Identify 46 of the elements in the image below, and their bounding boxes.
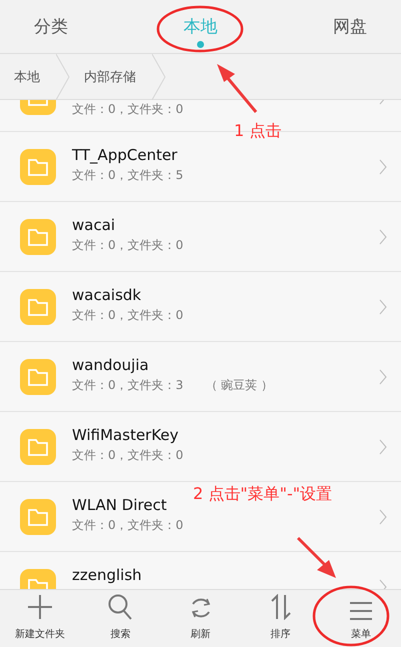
toolbar-button[interactable]: 搜索 <box>80 590 160 647</box>
folder-info: 文件：0，文件夹：0 <box>72 306 184 324</box>
folder-info: 文件：0，文件夹：0 <box>72 100 184 118</box>
folder-name: wandoujia <box>72 356 150 374</box>
menu-icon <box>350 602 372 620</box>
breadcrumb-item[interactable]: 内部存储 <box>70 54 166 99</box>
folder-icon <box>20 288 56 324</box>
chevron-icon <box>379 368 387 384</box>
search-icon <box>108 594 132 620</box>
folder-icon <box>20 218 56 254</box>
toolbar-button[interactable]: 刷新 <box>160 590 241 647</box>
chevron-icon <box>379 438 387 454</box>
folder-icon <box>20 498 56 534</box>
annotation-arrow <box>296 536 336 578</box>
tab[interactable]: 分类 <box>26 15 76 38</box>
folder-info: 文件：0，文件夹：0 <box>72 516 184 534</box>
toolbar-button[interactable]: 排序 <box>240 590 321 647</box>
chevron-icon <box>379 508 387 524</box>
folder-info: 文件：0，文件夹：5 <box>72 166 184 184</box>
chevron-icon <box>379 298 387 314</box>
annotation-text: 1 点击 <box>234 121 282 142</box>
chevron-icon <box>379 578 387 590</box>
chevron-icon <box>379 228 387 244</box>
toolbar-button[interactable]: 菜单 <box>320 590 401 647</box>
toolbar-button[interactable]: 新建文件夹 <box>0 590 80 647</box>
folder-icon <box>20 428 56 464</box>
folder-name: WLAN Direct <box>72 496 168 514</box>
folder-name: WifiMasterKey <box>72 426 180 444</box>
folder-name: wacai <box>72 216 116 234</box>
folder-info: 文件：0，文件夹：0 <box>72 236 184 254</box>
folder-name: wacaisdk <box>72 286 142 304</box>
active-dot <box>196 41 204 48</box>
annotation-text: 2 点击"菜单"-"设置 <box>193 484 332 505</box>
folder-info: 文件：0，文件夹：0 <box>72 446 184 464</box>
chevron-icon <box>379 158 387 174</box>
folder-note: （ 豌豆荚 ） <box>205 376 273 394</box>
folder-icon <box>20 358 56 394</box>
tab[interactable]: 网盘 <box>325 15 375 38</box>
folder-icon <box>20 148 56 184</box>
folder-name: TT_AppCenter <box>72 146 178 164</box>
folder-info: 文件：0，文件夹：3 <box>72 376 184 394</box>
plus-icon <box>27 594 54 620</box>
sort-icon <box>270 594 292 620</box>
annotation-arrow <box>217 64 258 113</box>
breadcrumb-item[interactable]: 本地 <box>0 54 70 99</box>
folder-name: zzenglish <box>72 566 143 584</box>
